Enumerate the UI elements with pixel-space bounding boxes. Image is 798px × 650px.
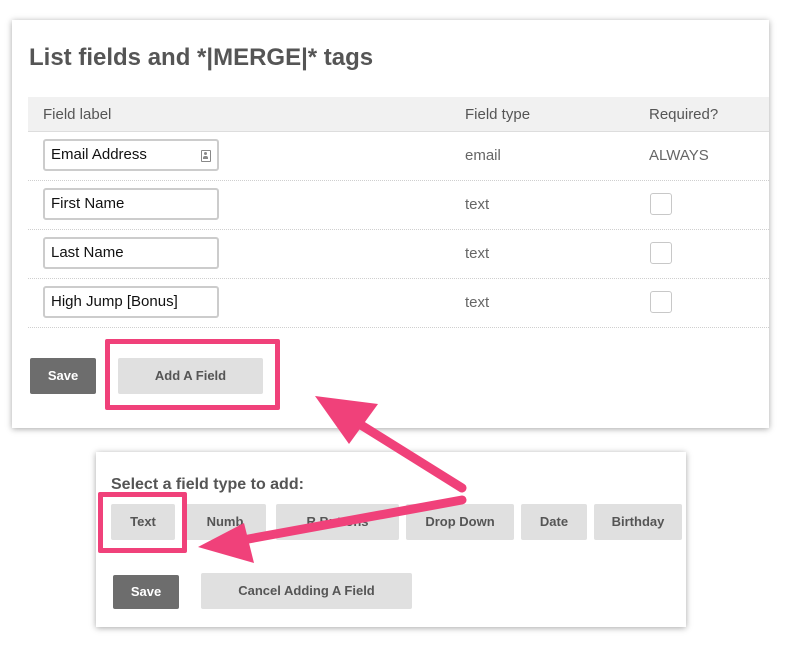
annotation-arrows — [198, 396, 467, 563]
arrow-to-text-type — [198, 495, 467, 563]
arrow-to-add-field — [315, 396, 467, 493]
